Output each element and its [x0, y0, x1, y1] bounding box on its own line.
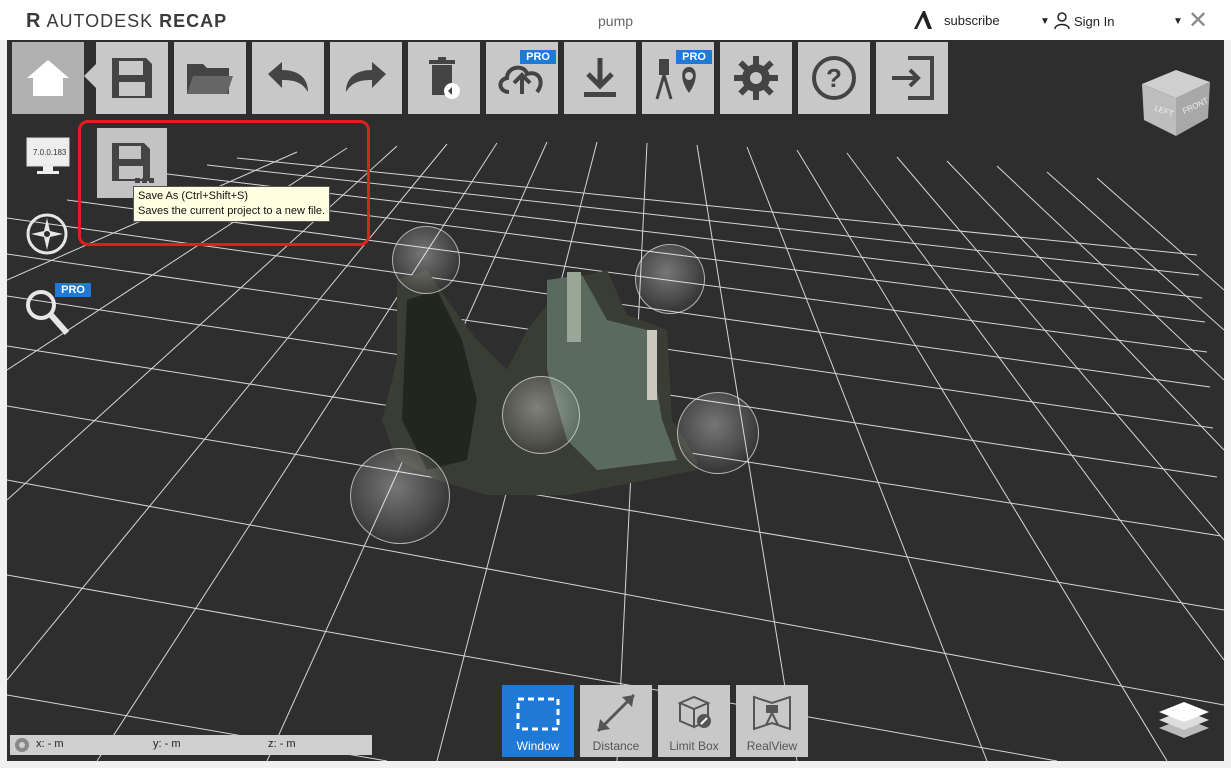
distance-icon — [596, 693, 636, 733]
control-sphere[interactable] — [392, 226, 460, 294]
navigation-compass-button[interactable] — [25, 212, 69, 261]
realview-icon — [753, 695, 791, 731]
3d-viewport[interactable]: PRO PRO ? 7.0.0.183 PRO Save As (Ctrl+Sh… — [7, 40, 1224, 761]
undo-icon — [268, 62, 308, 92]
folder-icon — [187, 64, 233, 94]
cloud-upload-icon — [498, 65, 543, 94]
control-sphere[interactable] — [635, 244, 705, 314]
limit-box-label: Limit Box — [669, 739, 719, 753]
autodesk-recap-logo: R AUTODESK RECAP — [26, 10, 227, 33]
limit-box-icon — [677, 695, 711, 729]
distance-label: Distance — [592, 739, 640, 753]
delete-button[interactable] — [408, 42, 480, 114]
control-sphere[interactable] — [677, 392, 759, 474]
brand-word-1: AUTODESK — [46, 11, 154, 31]
redo-button[interactable] — [330, 42, 402, 114]
realview-button[interactable]: RealView — [736, 685, 808, 757]
selection-window-icon — [516, 697, 560, 731]
target-icon — [15, 738, 29, 752]
view-cube-icon: LEFT FRONT — [1142, 70, 1210, 136]
measure-toolbar: Window Distance Limit Box RealView — [502, 685, 808, 757]
control-sphere[interactable] — [502, 376, 580, 454]
home-button[interactable] — [12, 42, 84, 114]
open-button[interactable] — [174, 42, 246, 114]
chevron-down-icon[interactable]: ▼ — [1040, 16, 1050, 27]
help-button[interactable]: ? — [798, 42, 870, 114]
document-title: pump — [598, 13, 634, 29]
sign-in-label: Sign In — [1074, 13, 1115, 29]
close-icon[interactable]: ✕ — [1188, 6, 1208, 35]
x-coordinate: x: - m — [36, 738, 64, 750]
version-label: 7.0.0.183 — [33, 148, 67, 157]
compass-icon — [26, 213, 68, 255]
exit-icon — [892, 56, 934, 100]
svg-text:?: ? — [826, 63, 842, 93]
scan-locate-button[interactable]: PRO — [642, 42, 714, 114]
upload-button[interactable]: PRO — [486, 42, 558, 114]
realview-label: RealView — [746, 739, 798, 753]
highlight-box — [78, 120, 370, 246]
distance-button[interactable]: Distance — [580, 685, 652, 757]
coordinate-readout: x: - m y: - m z: - m — [10, 735, 372, 755]
home-icon — [27, 60, 69, 96]
control-sphere[interactable] — [350, 448, 450, 544]
save-icon — [112, 58, 152, 98]
user-icon — [1054, 12, 1070, 30]
autodesk-a-icon — [914, 11, 932, 29]
sign-in-button[interactable]: Sign In — [1054, 12, 1114, 30]
pro-badge: PRO — [676, 50, 712, 64]
download-button[interactable] — [564, 42, 636, 114]
subscribe-link[interactable]: subscribe — [912, 10, 1000, 30]
pro-badge: PRO — [55, 283, 91, 297]
undo-button[interactable] — [252, 42, 324, 114]
subscribe-label: subscribe — [944, 12, 1000, 28]
active-pointer-icon — [84, 64, 96, 88]
download-icon — [584, 58, 616, 97]
view-cube[interactable]: LEFT FRONT — [1132, 58, 1214, 145]
help-icon: ? — [812, 56, 856, 100]
chevron-down-icon[interactable]: ▼ — [1173, 16, 1183, 27]
y-coordinate: y: - m — [153, 738, 181, 750]
recap-r-icon: R — [26, 10, 41, 32]
gear-icon — [734, 56, 778, 100]
layers-icon — [1159, 702, 1209, 738]
exit-button[interactable] — [876, 42, 948, 114]
window-select-button[interactable]: Window — [502, 685, 574, 757]
z-coordinate: z: - m — [268, 738, 296, 750]
save-button[interactable] — [96, 42, 168, 114]
redo-icon — [346, 62, 386, 92]
pro-badge: PRO — [520, 50, 556, 64]
settings-button[interactable] — [720, 42, 792, 114]
layers-button[interactable] — [1157, 700, 1211, 747]
window-label: Window — [516, 739, 560, 753]
limit-box-button[interactable]: Limit Box — [658, 685, 730, 757]
brand-word-2: RECAP — [159, 11, 228, 31]
monitor-button[interactable]: 7.0.0.183 — [25, 136, 71, 181]
search-button[interactable]: PRO — [23, 283, 91, 342]
title-bar: R AUTODESK RECAP pump subscribe ▼ Sign I… — [0, 0, 1231, 40]
trash-icon — [429, 57, 460, 99]
